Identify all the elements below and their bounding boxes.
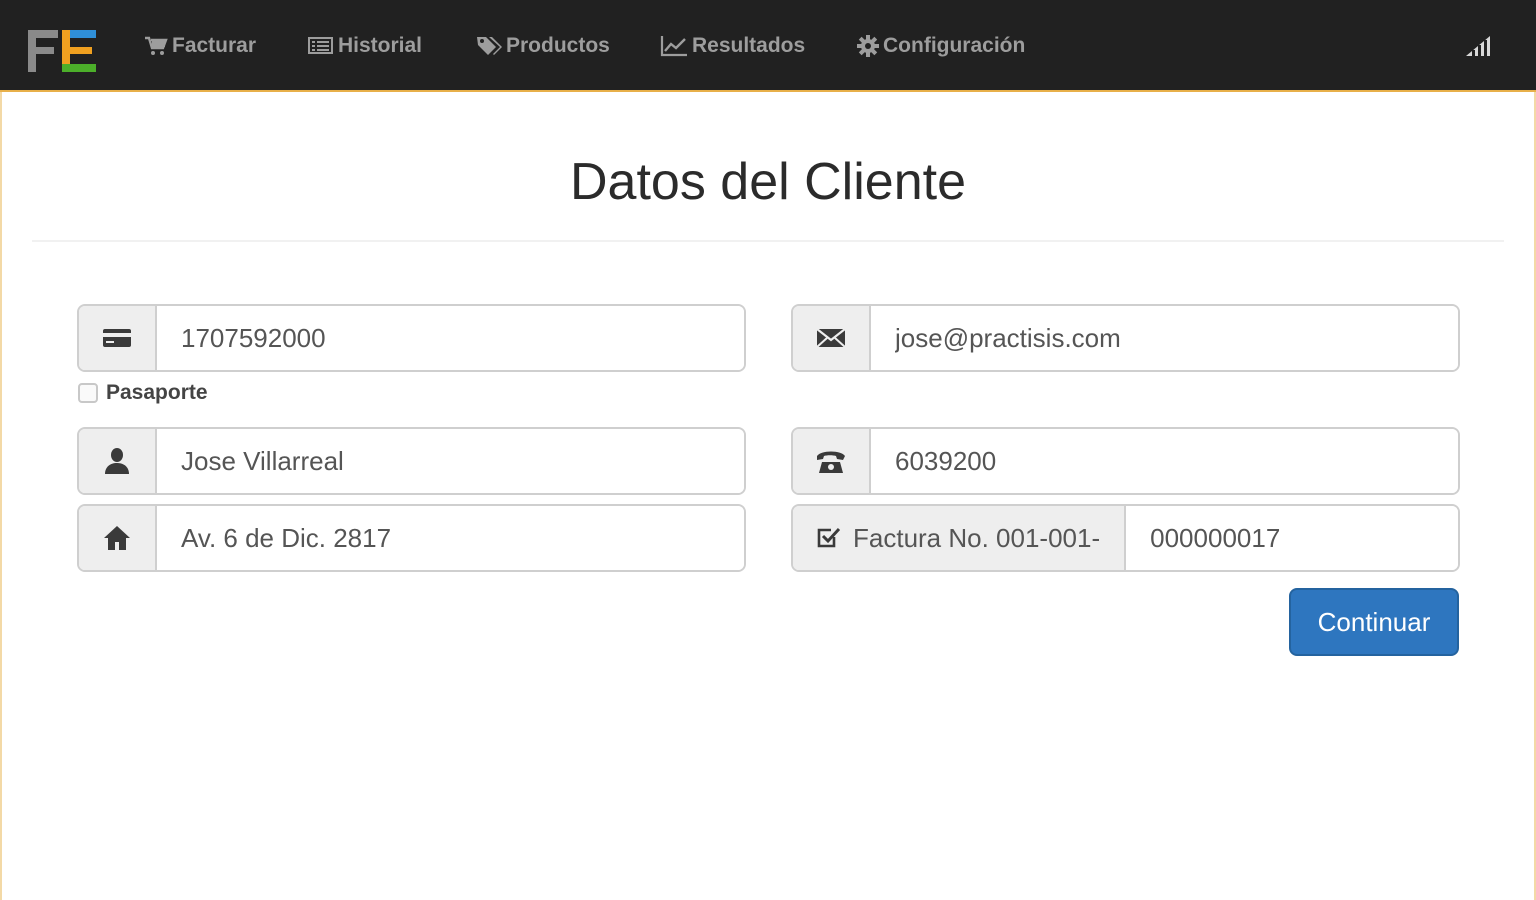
phone-field[interactable] — [871, 429, 1458, 493]
phone-addon — [793, 429, 871, 493]
passport-checkbox[interactable] — [78, 383, 98, 403]
nav-resultados[interactable]: Resultados — [660, 30, 805, 62]
tags-icon — [477, 37, 502, 55]
address-input-group — [77, 504, 746, 572]
id-number-field[interactable] — [157, 306, 744, 370]
nav-resultados-label: Resultados — [692, 34, 806, 57]
gear-icon — [857, 35, 879, 57]
passport-option: Pasaporte — [78, 378, 208, 408]
invoice-input-group: Factura No. 001-001- — [791, 504, 1460, 572]
signal-icon — [1464, 34, 1492, 58]
invoice-number-field[interactable] — [1126, 506, 1458, 570]
app-logo[interactable] — [28, 28, 98, 74]
id-addon — [79, 306, 157, 370]
phone-icon — [817, 451, 845, 473]
id-input-group — [77, 304, 746, 372]
nav-productos-label: Productos — [506, 34, 610, 57]
credit-card-icon — [103, 329, 131, 347]
nav-productos[interactable]: Productos — [476, 30, 610, 62]
passport-label: Pasaporte — [106, 381, 208, 404]
page-title: Datos del Cliente — [570, 153, 966, 211]
nav-facturar-label: Facturar — [172, 34, 257, 57]
email-field[interactable] — [871, 306, 1458, 370]
invoice-addon: Factura No. 001-001- — [793, 506, 1127, 570]
envelope-icon — [816, 328, 846, 348]
check-square-icon — [817, 527, 841, 548]
shopping-cart-icon — [145, 36, 168, 55]
home-icon — [104, 526, 130, 550]
email-addon — [793, 306, 871, 370]
user-icon — [105, 448, 129, 474]
nav-configuracion-label: Configuración — [883, 34, 1026, 57]
phone-input-group — [791, 427, 1460, 495]
top-navbar: Facturar Historial Productos Resultados — [0, 0, 1536, 92]
invoice-prefix: Factura No. 001-001- — [853, 522, 1101, 553]
email-input-group — [791, 304, 1460, 372]
name-field[interactable] — [157, 429, 744, 493]
continue-button[interactable]: Continuar — [1289, 588, 1459, 656]
address-field[interactable] — [157, 506, 744, 570]
nav-configuracion[interactable]: Configuración — [857, 30, 1025, 62]
list-icon — [308, 37, 333, 54]
name-addon — [79, 429, 157, 493]
nav-facturar[interactable]: Facturar — [144, 30, 256, 62]
line-chart-icon — [660, 36, 687, 57]
title-divider — [32, 240, 1504, 242]
nav-historial[interactable]: Historial — [308, 30, 422, 62]
nav-historial-label: Historial — [338, 34, 423, 57]
name-input-group — [77, 427, 746, 495]
address-addon — [79, 506, 157, 570]
